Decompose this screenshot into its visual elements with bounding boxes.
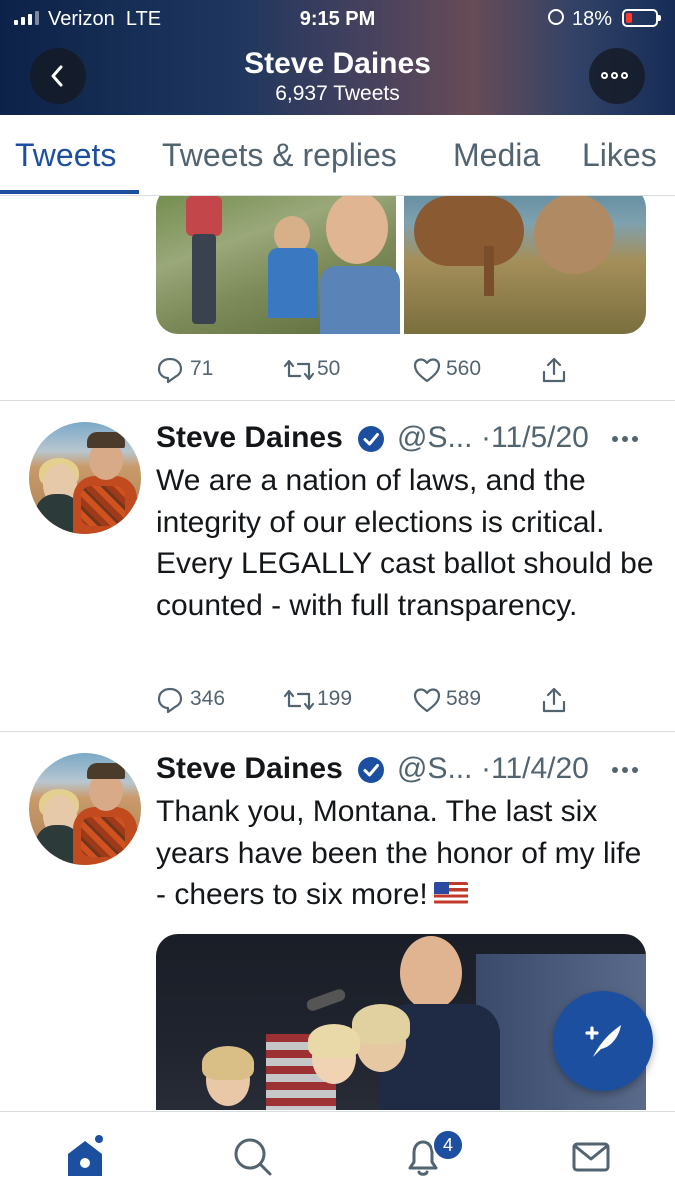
reply-count: 346 (190, 687, 226, 710)
share-icon (542, 687, 566, 713)
mail-icon[interactable] (566, 1132, 616, 1182)
alarm-icon (548, 9, 564, 25)
avatar[interactable] (29, 422, 141, 534)
more-dots-icon (601, 72, 628, 79)
retweet-count: 199 (317, 687, 353, 710)
heart-icon (413, 688, 441, 713)
tweet-menu-icon[interactable] (612, 436, 638, 442)
tweet-menu-icon[interactable] (612, 767, 638, 773)
tab-likes[interactable]: Likes (582, 137, 657, 174)
retweet-icon (283, 689, 315, 711)
profile-name: Steve Daines (244, 47, 431, 80)
tweet-divider (0, 731, 675, 732)
compose-tweet-icon (585, 1025, 621, 1057)
tweet-text: We are a nation of laws, and the integri… (156, 464, 654, 622)
search-icon[interactable] (228, 1132, 278, 1182)
tab-active-indicator (0, 190, 139, 194)
retweet-count: 50 (317, 357, 341, 380)
tweet-media-grid[interactable] (156, 196, 646, 334)
tweet-author-name[interactable]: Steve Daines (156, 752, 343, 786)
tab-tweets[interactable]: Tweets (15, 137, 116, 174)
reply-count: 71 (190, 357, 214, 380)
tweet-author-handle[interactable]: @S... (397, 421, 472, 455)
tweet-feed[interactable]: 71 50 560 Steve Daines @S... ·11/5/20 We… (0, 196, 675, 1110)
tab-tweets-replies[interactable]: Tweets & replies (162, 137, 397, 174)
like-count: 560 (446, 357, 482, 380)
tweet-photo-dogs[interactable] (404, 196, 646, 334)
tweet-photo-hikers[interactable] (156, 196, 400, 334)
profile-tabs: Tweets Tweets & replies Media Likes (0, 115, 675, 196)
notifications-badge: 4 (432, 1129, 464, 1161)
tweet-author-handle[interactable]: @S... (397, 752, 472, 786)
more-options-button[interactable] (589, 48, 645, 104)
us-flag-emoji-icon (433, 882, 468, 905)
compose-tweet-button[interactable] (553, 991, 653, 1091)
bottom-navigation: 4 (0, 1111, 675, 1201)
reply-icon (157, 357, 183, 384)
battery-percent: 18% (572, 8, 613, 30)
verified-badge-icon (358, 757, 384, 783)
avatar[interactable] (29, 753, 141, 865)
heart-icon (413, 358, 441, 383)
share-icon (542, 357, 566, 383)
battery-icon (622, 9, 661, 27)
home-icon[interactable] (60, 1132, 110, 1182)
tab-media[interactable]: Media (453, 137, 540, 174)
reply-icon (157, 687, 183, 714)
retweet-icon (283, 359, 315, 381)
tweet-count: 6,937 Tweets (275, 82, 400, 105)
tweet-date[interactable]: ·11/4/20 (481, 752, 589, 786)
tweet-text: Thank you, Montana. The last six years h… (156, 791, 656, 916)
tweet-author-name[interactable]: Steve Daines (156, 421, 343, 455)
tweet-date[interactable]: ·11/5/20 (481, 421, 589, 455)
status-bar: Verizon LTE 9:15 PM 18% (0, 6, 675, 32)
profile-header: Verizon LTE 9:15 PM 18% Steve Daines 6,9… (0, 0, 675, 115)
tweet-text-body: Thank you, Montana. The last six years h… (156, 795, 642, 911)
tweet-divider (0, 400, 675, 401)
like-count: 589 (446, 687, 482, 710)
verified-badge-icon (358, 426, 384, 452)
